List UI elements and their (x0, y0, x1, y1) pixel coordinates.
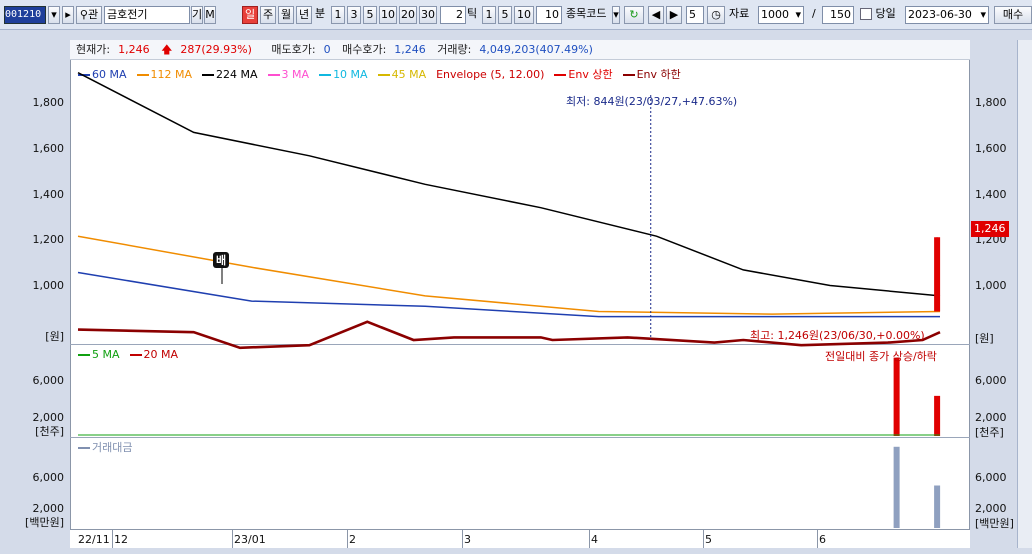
last-price-tag: 1,246 (971, 221, 1009, 237)
ma-line-224-ma (77, 72, 941, 297)
ma-line-112-ma (77, 235, 941, 315)
amount-spike-bar (893, 446, 900, 528)
vertical-scrollbar[interactable] (1017, 40, 1032, 548)
bae-marker: 배 (213, 252, 230, 268)
high-annotation: 최고: 1,246원(23/06/30,+0.00%) (750, 329, 925, 342)
chart-window: 001210 ▾ ▸ ⚲관 금호전기 기 M 일 주 월 년 분 1 3 5 1… (0, 0, 1032, 554)
low-annotation: 최저: 844원(23/03/27,+47.63%) (566, 95, 738, 108)
volume-note: 전일대비 종가 상승/하락 (825, 350, 937, 363)
volume-bar (934, 395, 941, 436)
last-candle-body (934, 237, 941, 312)
ma-line-60-ma (77, 271, 940, 318)
volume-spike-bar (893, 357, 900, 436)
price-chart-svg (77, 72, 941, 528)
amount-bar (934, 485, 941, 528)
